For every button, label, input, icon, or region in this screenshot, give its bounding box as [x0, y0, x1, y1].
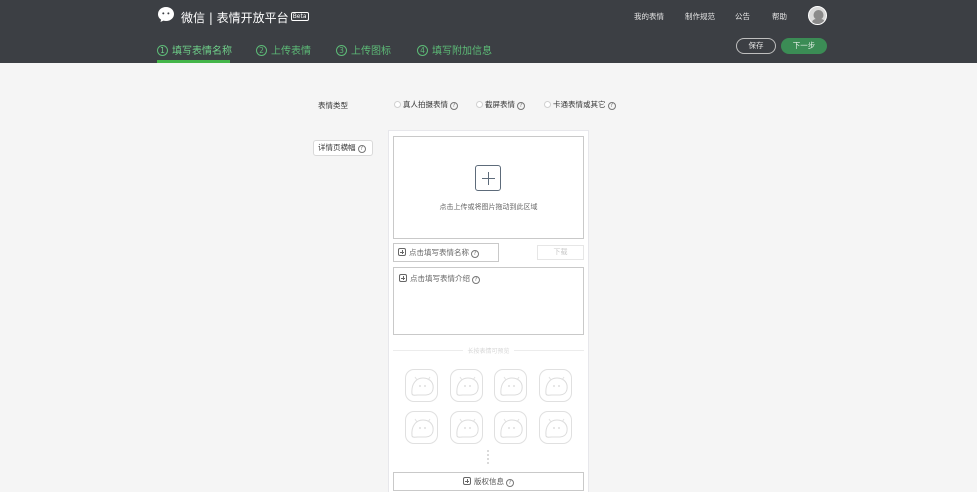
step-label: 填写附加信息: [432, 46, 492, 57]
emoji-slot[interactable]: [450, 369, 483, 402]
emoji-slot[interactable]: [450, 411, 483, 444]
add-icon: [399, 274, 407, 282]
active-step-indicator: [157, 60, 230, 63]
next-button[interactable]: 下一步: [781, 38, 827, 54]
step-number: 4: [417, 45, 428, 56]
emoji-slot[interactable]: [539, 411, 572, 444]
step-2[interactable]: 2 上传表情: [256, 42, 311, 57]
detail-banner-button[interactable]: 详情页横幅?: [313, 140, 373, 156]
avatar-icon: [812, 10, 825, 24]
help-icon[interactable]: ?: [517, 102, 525, 110]
emoji-slot[interactable]: [539, 369, 572, 402]
nav-announcements[interactable]: 公告: [735, 11, 750, 22]
emoji-slot[interactable]: [494, 369, 527, 402]
help-icon[interactable]: ?: [450, 102, 458, 110]
beta-badge: Beta: [290, 12, 309, 21]
step-label: 上传图标: [351, 46, 391, 57]
nav-help[interactable]: 帮助: [772, 11, 787, 22]
upload-plus-icon[interactable]: [475, 165, 501, 191]
radio-label: 截屏表情: [485, 100, 515, 109]
radio-dot[interactable]: [394, 101, 401, 108]
radio-dot[interactable]: [476, 101, 483, 108]
brand-title[interactable]: 微信 | 表情开放平台 Beta: [181, 9, 309, 26]
brand-text: 微信 | 表情开放平台: [181, 11, 289, 25]
help-icon[interactable]: ?: [607, 102, 616, 110]
top-header: 微信 | 表情开放平台 Beta 我的表情 制作规范 公告 帮助 1 填写表情名称 …: [0, 0, 977, 63]
banner-button-label: 详情页横幅: [318, 143, 356, 152]
step-1[interactable]: 1 填写表情名称: [157, 42, 232, 57]
emoji-slot[interactable]: [405, 411, 438, 444]
step-label: 上传表情: [271, 46, 311, 57]
step-4[interactable]: 4 填写附加信息: [417, 42, 492, 57]
copyright-label: 版权信息: [474, 477, 504, 486]
help-icon[interactable]: ?: [506, 479, 514, 487]
copyright-button[interactable]: 版权信息?: [393, 472, 584, 491]
step-number: 3: [336, 45, 347, 56]
type-radio-cartoon[interactable]: 卡通表情或其它?: [544, 99, 616, 110]
emoji-slot[interactable]: [494, 411, 527, 444]
add-icon: [398, 248, 406, 256]
type-radio-screenshot[interactable]: 截屏表情?: [476, 99, 525, 110]
sticker-name-field[interactable]: 点击填写表情名称?: [393, 243, 499, 262]
radio-dot[interactable]: [544, 101, 551, 108]
step-label: 填写表情名称: [172, 46, 232, 57]
avatar[interactable]: [808, 6, 827, 25]
help-icon[interactable]: ?: [357, 145, 366, 153]
divider-text: 长按表情可预览: [467, 348, 510, 355]
nav-my-stickers[interactable]: 我的表情: [634, 11, 664, 22]
step-number: 2: [256, 45, 267, 56]
wechat-logo-icon: [158, 7, 174, 22]
radio-label: 卡通表情或其它: [553, 100, 606, 109]
radio-label: 真人拍摄表情: [403, 100, 448, 109]
save-button[interactable]: 保存: [736, 38, 776, 54]
upload-hint: 点击上传或将图片拖动到此区域: [439, 203, 538, 211]
emoji-slot[interactable]: [405, 369, 438, 402]
step-3[interactable]: 3 上传图标: [336, 42, 391, 57]
add-icon: [463, 477, 471, 485]
name-field-placeholder: 点击填写表情名称: [409, 248, 469, 257]
step-number: 1: [157, 45, 168, 56]
intro-field-placeholder: 点击填写表情介绍: [410, 274, 470, 283]
sticker-type-label: 表情类型: [318, 101, 348, 110]
help-icon[interactable]: ?: [472, 276, 480, 284]
sticker-intro-field[interactable]: 点击填写表情介绍?: [393, 267, 584, 335]
download-button[interactable]: 下载: [537, 245, 584, 260]
help-icon[interactable]: ?: [471, 250, 479, 258]
type-radio-real[interactable]: 真人拍摄表情?: [394, 99, 458, 110]
nav-guidelines[interactable]: 制作规范: [685, 11, 715, 22]
more-indicator: [486, 450, 490, 466]
